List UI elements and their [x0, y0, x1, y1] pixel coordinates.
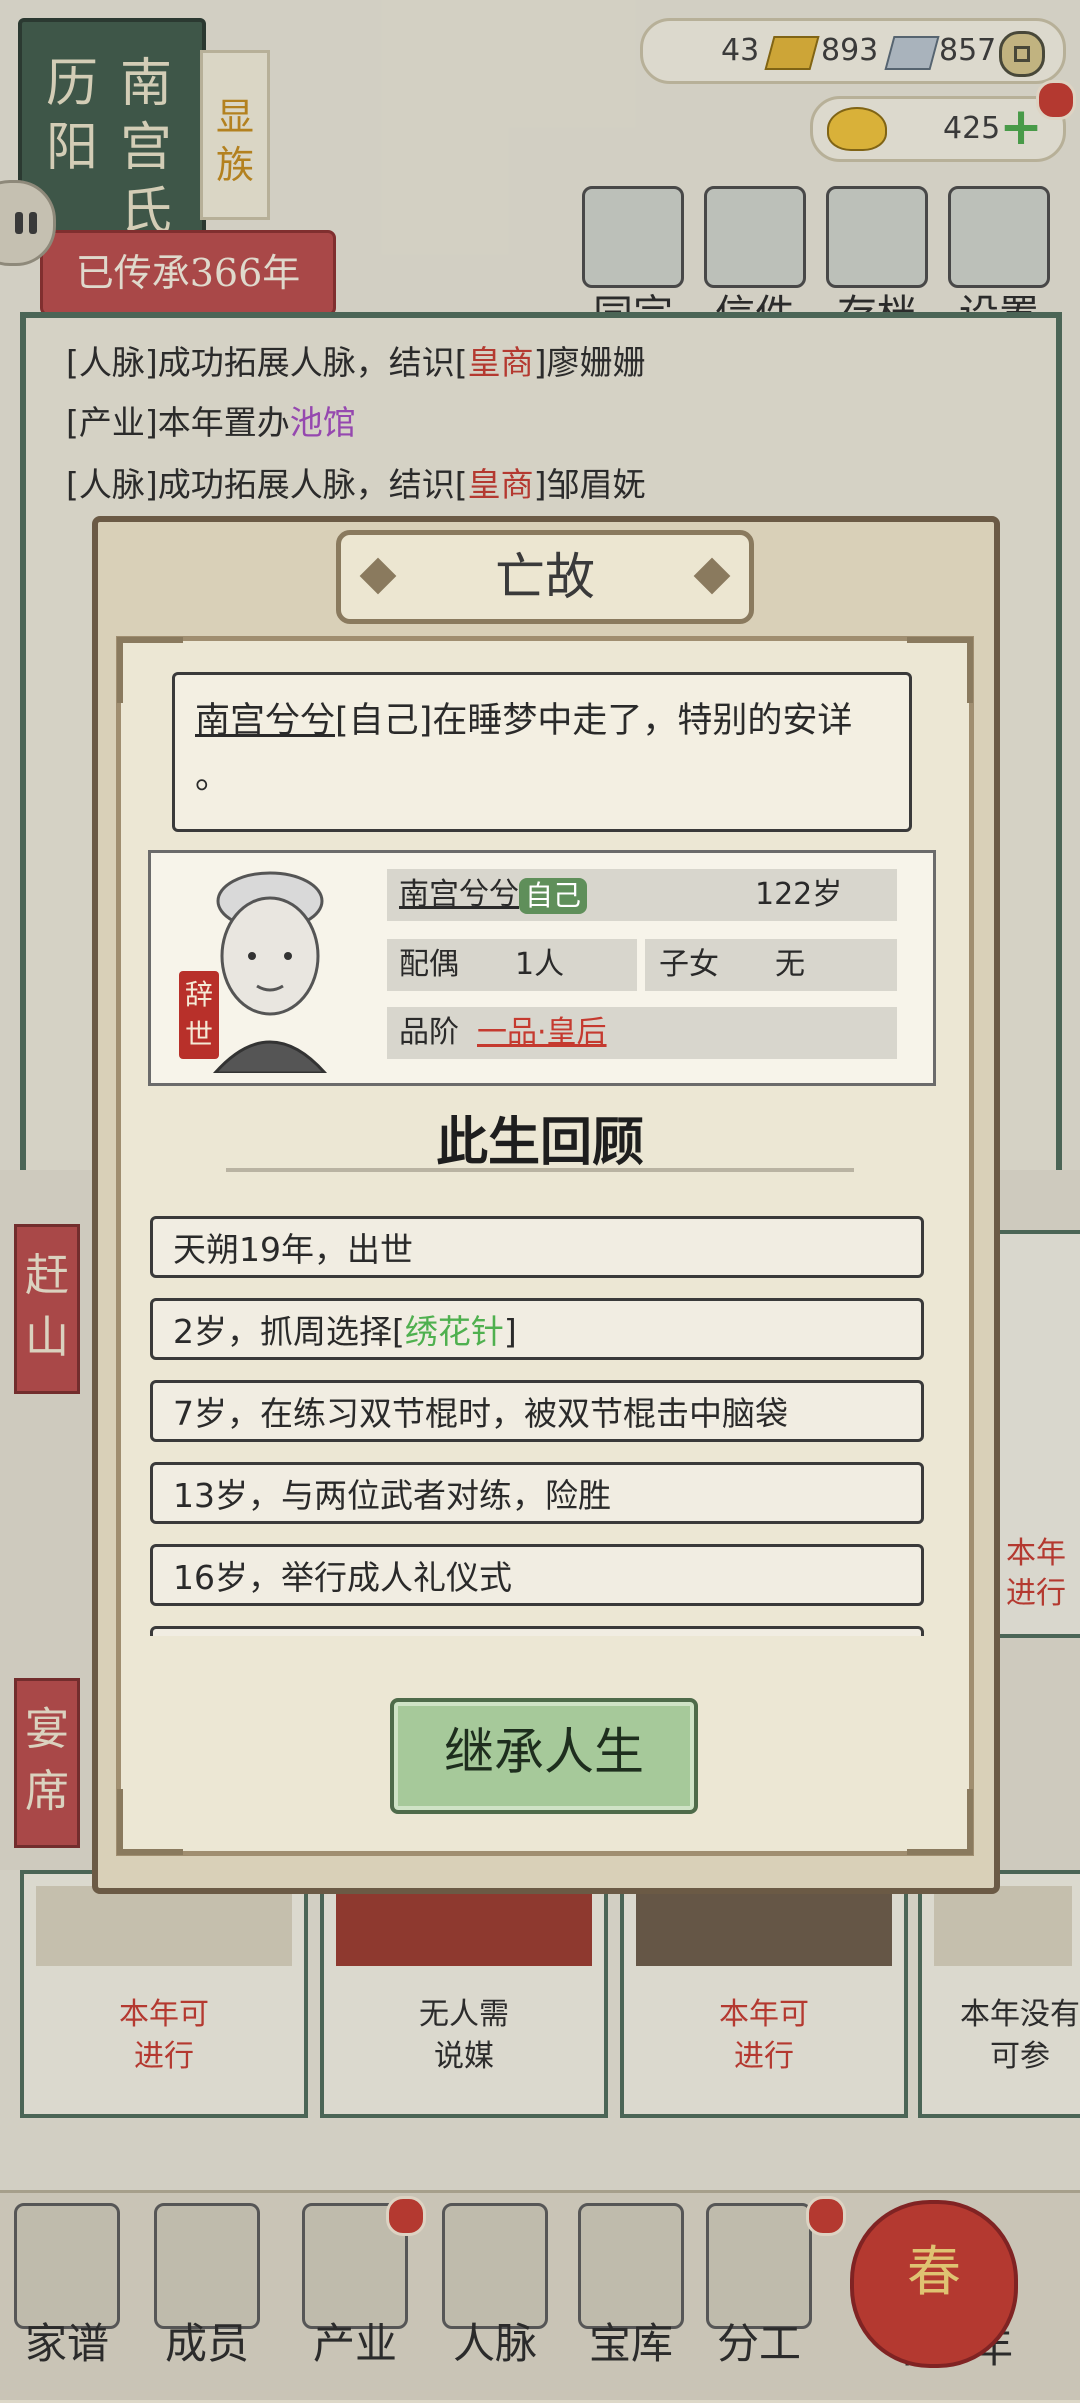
death-message: 南宫兮兮[自己]在睡梦中走了，特别的安详。: [172, 672, 912, 832]
life-event: 7岁，在练习双节棍时，被双节棍击中脑袋: [150, 1380, 924, 1442]
rank-link[interactable]: 一品·皇后: [459, 1015, 607, 1050]
life-event: 13岁，与两位武者对练，险胜: [150, 1462, 924, 1524]
profile-name: 南宫兮兮: [399, 877, 519, 912]
profile-card: 辞世 南宫兮兮 自己 122岁 配偶 1人 子女无 品阶 一品·皇后: [148, 850, 936, 1086]
modal-title: 亡故: [495, 548, 595, 606]
spouse-field: 配偶 1人: [387, 939, 637, 991]
life-event: 天朔19年，出世: [150, 1216, 924, 1278]
life-event: [150, 1626, 924, 1636]
life-event: 2岁，抓周选择[绣花针]: [150, 1298, 924, 1360]
modal-title-plate: 亡故: [336, 530, 754, 624]
rank-field: 品阶 一品·皇后: [387, 1007, 897, 1059]
life-review-title: 此生回顾: [435, 1113, 644, 1173]
profile-age: 122岁: [755, 877, 843, 912]
profile-name-row: 南宫兮兮 自己 122岁: [387, 869, 897, 921]
deceased-stamp: 辞世: [179, 971, 219, 1059]
self-badge: 自己: [519, 877, 588, 914]
life-events-list[interactable]: 天朔19年，出世 2岁，抓周选择[绣花针] 7岁，在练习双节棍时，被双节棍击中脑…: [150, 1216, 930, 1636]
deceased-name-link[interactable]: 南宫兮兮: [195, 701, 335, 741]
life-event: 16岁，举行成人礼仪式: [150, 1544, 924, 1606]
children-field: 子女无: [645, 939, 897, 991]
inherit-life-button[interactable]: 继承人生: [390, 1698, 698, 1814]
title-divider: [226, 1168, 854, 1172]
